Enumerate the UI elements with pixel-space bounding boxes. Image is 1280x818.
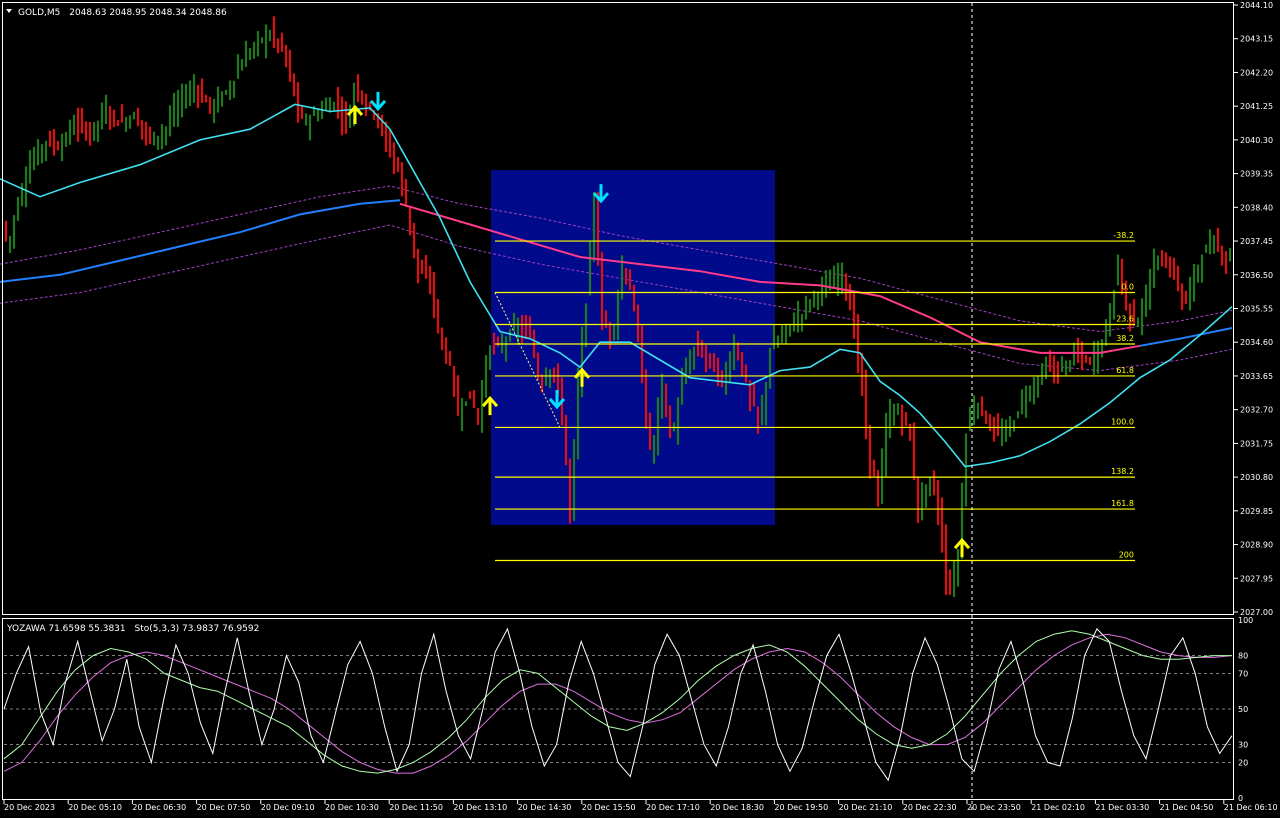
price-tick-label: 2034.60 [1240, 338, 1273, 347]
price-tick-label: 2037.45 [1240, 237, 1273, 246]
time-tick-label: 21 Dec 04:50 [1160, 803, 1214, 812]
osc-tick-label: 50 [1238, 705, 1248, 714]
time-tick-label: 20 Dec 18:30 [710, 803, 764, 812]
price-tick-label: 2043.15 [1240, 35, 1273, 44]
symbol-label: GOLD,M5 2048.63 2048.95 2048.34 2048.86 [18, 8, 227, 18]
price-tick-label: 2033.65 [1240, 372, 1273, 381]
osc-tick-label: 100 [1238, 616, 1253, 625]
time-tick-label: 20 Dec 07:50 [197, 803, 251, 812]
fib-level-label: -38.2 [1113, 231, 1134, 240]
fib-level-label: 0.0 [1121, 283, 1134, 292]
price-tick-label: 2044.10 [1240, 1, 1273, 10]
time-tick-label: 20 Dec 23:50 [967, 803, 1021, 812]
time-tick-label: 20 Dec 10:30 [325, 803, 379, 812]
time-tick-label: 20 Dec 09:10 [261, 803, 315, 812]
time-tick-label: 20 Dec 05:10 [68, 803, 122, 812]
fib-level-label: 61.8 [1116, 366, 1134, 375]
price-tick-label: 2031.75 [1240, 439, 1273, 448]
price-tick-label: 2035.55 [1240, 305, 1273, 314]
fib-level-label: 100.0 [1111, 417, 1134, 426]
price-tick-label: 2039.35 [1240, 170, 1273, 179]
price-tick-label: 2042.20 [1240, 68, 1273, 77]
osc-tick-label: 80 [1238, 652, 1248, 661]
fib-level-label: 200 [1119, 551, 1134, 560]
price-tick-label: 2041.25 [1240, 102, 1273, 111]
price-tick-label: 2028.90 [1240, 541, 1273, 550]
osc-tick-label: 70 [1238, 669, 1248, 678]
price-tick-label: 2038.40 [1240, 203, 1273, 212]
osc-tick-label: 20 [1238, 758, 1248, 767]
time-tick-label: 20 Dec 21:10 [839, 803, 893, 812]
time-tick-label: 20 Dec 15:50 [582, 803, 636, 812]
osc-tick-label: 0 [1238, 794, 1243, 803]
time-tick-label: 20 Dec 06:30 [132, 803, 186, 812]
time-tick-label: 20 Dec 22:30 [903, 803, 957, 812]
time-tick-label: 20 Dec 2023 [4, 803, 55, 812]
osc-tick-label: 30 [1238, 741, 1248, 750]
time-tick-label: 20 Dec 17:10 [646, 803, 700, 812]
time-tick-label: 20 Dec 11:50 [389, 803, 443, 812]
trading-chart[interactable]: -38.20.023.638.261.8100.0138.2161.8200 2… [0, 0, 1280, 818]
price-tick-label: 2029.85 [1240, 507, 1273, 516]
price-tick-label: 2036.50 [1240, 271, 1273, 280]
time-tick-label: 21 Dec 03:30 [1095, 803, 1149, 812]
fib-level-label: 23.6 [1116, 314, 1134, 323]
fib-level-label: 138.2 [1111, 467, 1134, 476]
price-tick-label: 2040.30 [1240, 136, 1273, 145]
time-tick-label: 20 Dec 13:10 [453, 803, 507, 812]
time-tick-label: 20 Dec 19:50 [774, 803, 828, 812]
price-tick-label: 2027.95 [1240, 574, 1273, 583]
time-tick-label: 21 Dec 02:10 [1031, 803, 1085, 812]
fib-level-label: 38.2 [1116, 334, 1134, 343]
time-tick-label: 20 Dec 14:30 [518, 803, 572, 812]
time-tick-label: 21 Dec 06:10 [1224, 803, 1278, 812]
price-tick-label: 2030.80 [1240, 473, 1273, 482]
fib-level-label: 161.8 [1111, 499, 1134, 508]
price-tick-label: 2032.70 [1240, 406, 1273, 415]
